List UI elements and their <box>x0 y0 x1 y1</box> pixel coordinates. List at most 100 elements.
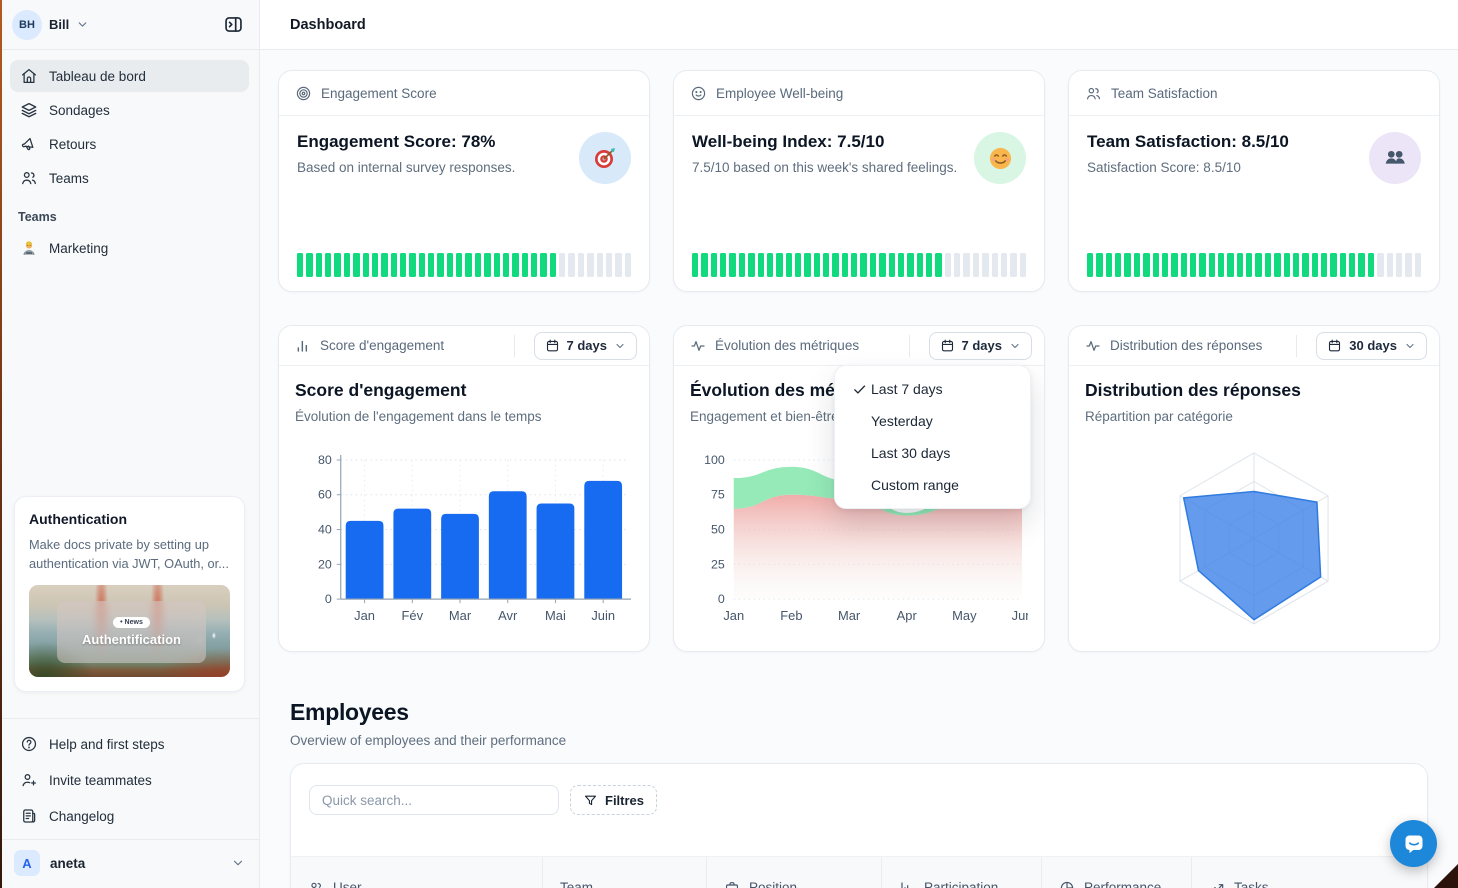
card-header-label: Évolution des métriques <box>715 338 859 353</box>
sidebar-item-teams[interactable]: Teams <box>10 162 249 194</box>
card-header-label: Team Satisfaction <box>1111 86 1218 101</box>
sidebar-item-label: Changelog <box>49 809 114 824</box>
menu-item-last-30-days[interactable]: Last 30 days <box>835 437 1030 469</box>
svg-text:Mar: Mar <box>449 608 472 623</box>
svg-text:0: 0 <box>718 592 725 606</box>
home-icon <box>20 67 38 85</box>
date-range-button[interactable]: 7 days <box>534 332 637 360</box>
calendar-icon <box>940 338 955 353</box>
engagement-progress-bar <box>297 253 631 277</box>
column-header-team[interactable]: Team <box>542 857 706 888</box>
sidebar-header: BH Bill <box>0 0 259 50</box>
card-wellbeing: Employee Well-being Well-being Index: 7.… <box>673 70 1045 292</box>
chevron-down-icon <box>231 856 245 870</box>
sidebar-item-invite[interactable]: Invite teammates <box>10 763 249 797</box>
column-header-user[interactable]: User <box>291 857 542 888</box>
sidebar-item-changelog[interactable]: Changelog <box>10 799 249 833</box>
stat-description: Based on internal survey responses. <box>297 160 515 175</box>
card-engagement-score: Engagement Score Engagement Score: 78% B… <box>278 70 650 292</box>
sidebar-item-marketing[interactable]: Marketing <box>10 232 249 264</box>
megaphone-icon <box>20 135 38 153</box>
briefcase-icon <box>724 880 740 888</box>
chart-title: Distribution des réponses <box>1085 380 1423 401</box>
card-header-label: Distribution des réponses <box>1110 338 1262 353</box>
card-engagement-chart: Score d'engagement 7 days Score d'engage… <box>278 325 650 652</box>
card-distribution-chart: Distribution des réponses 30 days Distri… <box>1068 325 1440 652</box>
satisfaction-progress-bar <box>1087 253 1421 277</box>
date-range-button[interactable]: 7 days <box>929 332 1032 360</box>
card-team-satisfaction: Team Satisfaction Team Satisfaction: 8.5… <box>1068 70 1440 292</box>
sidebar-item-label: Tableau de bord <box>49 69 146 84</box>
promo-description: Make docs private by setting up authenti… <box>29 535 230 573</box>
sidebar-footer-nav: Help and first steps Invite teammates Ch… <box>0 718 259 839</box>
stat-description: 7.5/10 based on this week's shared feeli… <box>692 160 957 175</box>
chevron-down-icon <box>76 18 89 31</box>
card-header-label: Employee Well-being <box>716 86 843 101</box>
sidebar-item-dashboard[interactable]: Tableau de bord <box>10 60 249 92</box>
promo-title: Authentication <box>29 511 230 527</box>
wellbeing-progress-bar <box>692 253 1026 277</box>
activity-icon <box>1085 338 1101 354</box>
sidebar-item-surveys[interactable]: Sondages <box>10 94 249 126</box>
date-range-menu: Last 7 days Yesterday Last 30 days <box>834 365 1031 509</box>
svg-text:20: 20 <box>318 557 332 571</box>
svg-text:Fév: Fév <box>402 608 424 623</box>
collapse-sidebar-button[interactable] <box>220 11 247 38</box>
app-window: BH Bill Tableau de bord Sondages Retours <box>0 0 1458 888</box>
svg-text:Mar: Mar <box>838 608 861 623</box>
technologist-emoji-icon <box>20 239 38 257</box>
users-icon <box>308 880 324 888</box>
user-plus-icon <box>20 771 38 789</box>
user-menu[interactable]: BH Bill <box>12 10 89 40</box>
sidebar-item-feedback[interactable]: Retours <box>10 128 249 160</box>
date-range-button[interactable]: 30 days <box>1316 332 1427 360</box>
layers-icon <box>20 101 38 119</box>
bar-chart: 020406080JanFévMarAvrMaiJuin <box>295 432 633 643</box>
card-metrics-chart: Évolution des métriques 7 days Évolution… <box>673 325 1045 652</box>
chat-icon <box>1402 832 1426 856</box>
main-area: Dashboard Engagement Score Engagement Sc… <box>260 0 1458 888</box>
quick-search-input[interactable] <box>309 785 559 815</box>
avatar: BH <box>12 10 42 40</box>
svg-text:0: 0 <box>325 592 332 606</box>
menu-item-custom-range[interactable]: Custom range <box>835 469 1030 501</box>
svg-text:75: 75 <box>711 488 725 502</box>
promo-image-overlay: • News Authentification <box>57 601 206 664</box>
filters-button[interactable]: Filtres <box>570 785 657 815</box>
column-header-participation[interactable]: Participation <box>881 857 1041 888</box>
employees-section: Employees Overview of employees and thei… <box>278 699 1440 888</box>
users-icon <box>1085 85 1102 102</box>
chevron-down-icon <box>1009 340 1021 352</box>
svg-text:80: 80 <box>318 453 332 467</box>
users-icon <box>20 169 38 187</box>
stat-title: Engagement Score: 78% <box>297 132 515 152</box>
column-header-performance[interactable]: Performance <box>1041 857 1191 888</box>
two-people-icon <box>1369 132 1421 184</box>
menu-item-last-7-days[interactable]: Last 7 days <box>835 373 1030 405</box>
svg-text:40: 40 <box>318 523 332 537</box>
menu-item-yesterday[interactable]: Yesterday <box>835 405 1030 437</box>
svg-text:25: 25 <box>711 557 725 571</box>
chart-subtitle: Évolution de l'engagement dans le temps <box>295 409 633 424</box>
target-icon <box>295 85 312 102</box>
stat-title: Team Satisfaction: 8.5/10 <box>1087 132 1289 152</box>
employees-card: Filtres User Team Position <box>290 763 1428 888</box>
workspace-name: aneta <box>50 856 221 871</box>
sidebar-item-help[interactable]: Help and first steps <box>10 727 249 761</box>
column-header-position[interactable]: Position <box>706 857 881 888</box>
chat-widget-button[interactable] <box>1390 820 1437 867</box>
help-circle-icon <box>20 735 38 753</box>
radar-chart <box>1085 432 1423 643</box>
promo-card-authentication[interactable]: Authentication Make docs private by sett… <box>14 496 245 692</box>
employees-subtitle: Overview of employees and their performa… <box>290 733 1428 748</box>
workspace-switcher[interactable]: A aneta <box>0 839 259 888</box>
svg-text:May: May <box>952 608 977 623</box>
card-header-label: Score d'engagement <box>320 338 444 353</box>
stats-row: Engagement Score Engagement Score: 78% B… <box>278 70 1440 292</box>
smiley-icon <box>690 85 707 102</box>
sidebar-item-label: Teams <box>49 171 89 186</box>
svg-text:Jan: Jan <box>723 608 744 623</box>
promo-image: • News Authentification <box>29 585 230 677</box>
team-item-label: Marketing <box>49 241 108 256</box>
column-header-tasks[interactable]: Tasks <box>1191 857 1427 888</box>
